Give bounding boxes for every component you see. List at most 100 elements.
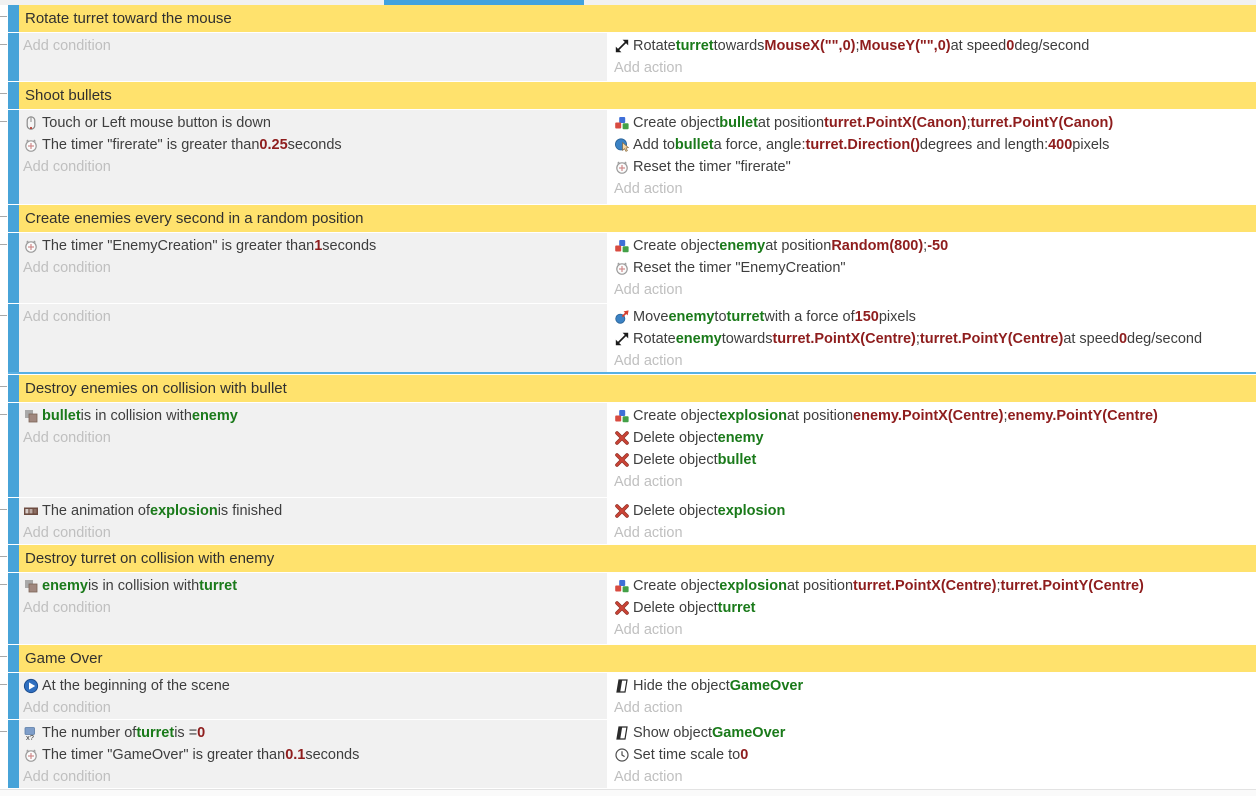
add-action-button[interactable]: Add action bbox=[613, 57, 1252, 79]
action-item[interactable]: Delete object bullet bbox=[613, 449, 1252, 471]
group-header[interactable]: Destroy enemies on collision with bullet bbox=[19, 375, 1256, 402]
action-item[interactable]: Show object GameOver bbox=[613, 722, 1252, 744]
action-item[interactable]: Reset the timer "firerate" bbox=[613, 156, 1252, 178]
add-condition-button[interactable]: Add condition bbox=[22, 597, 603, 619]
group-header[interactable]: Create enemies every second in a random … bbox=[19, 205, 1256, 232]
conditions-column[interactable]: The timer "EnemyCreation" is greater tha… bbox=[19, 233, 607, 303]
event-selection-bar[interactable] bbox=[8, 5, 19, 32]
actions-column[interactable]: Show object GameOverSet time scale to 0A… bbox=[610, 720, 1256, 788]
tree-gutter[interactable] bbox=[0, 673, 8, 719]
conditions-column[interactable]: The animation of explosion is finishedAd… bbox=[19, 498, 607, 544]
actions-column[interactable]: Create object explosion at position enem… bbox=[610, 403, 1256, 497]
tree-gutter[interactable] bbox=[0, 403, 8, 497]
conditions-column[interactable]: Add condition bbox=[19, 33, 607, 81]
event-selection-bar[interactable] bbox=[8, 573, 19, 644]
condition-item[interactable]: x?The number of turret is = 0 bbox=[22, 722, 603, 744]
add-action-button[interactable]: Add action bbox=[613, 619, 1252, 641]
action-item[interactable]: Create object enemy at position Random(8… bbox=[613, 235, 1252, 257]
add-condition-button[interactable]: Add condition bbox=[22, 427, 603, 449]
action-item[interactable]: Rotate enemy towards turret.PointX(Centr… bbox=[613, 328, 1252, 350]
horizontal-scrollbar[interactable] bbox=[0, 0, 1256, 5]
conditions-column[interactable]: bullet is in collision with enemyAdd con… bbox=[19, 403, 607, 497]
tree-gutter[interactable] bbox=[0, 233, 8, 303]
condition-item[interactable]: enemy is in collision with turret bbox=[22, 575, 603, 597]
conditions-column[interactable]: Add condition bbox=[19, 304, 607, 372]
event-selection-bar[interactable] bbox=[8, 673, 19, 719]
add-condition-button[interactable]: Add condition bbox=[22, 35, 603, 57]
action-item[interactable]: Set time scale to 0 bbox=[613, 744, 1252, 766]
action-item[interactable]: Delete object enemy bbox=[613, 427, 1252, 449]
condition-item[interactable]: Touch or Left mouse button is down bbox=[22, 112, 603, 134]
group-header[interactable]: Shoot bullets bbox=[19, 82, 1256, 109]
event-selection-bar[interactable] bbox=[8, 304, 19, 372]
group-header[interactable]: Destroy turret on collision with enemy bbox=[19, 545, 1256, 572]
condition-item[interactable]: The timer "firerate" is greater than 0.2… bbox=[22, 134, 603, 156]
actions-column[interactable]: Create object bullet at position turret.… bbox=[610, 110, 1256, 204]
tree-gutter[interactable] bbox=[0, 720, 8, 788]
horizontal-scrollbar-thumb[interactable] bbox=[384, 0, 584, 5]
actions-column[interactable]: Create object explosion at position turr… bbox=[610, 573, 1256, 644]
tree-gutter[interactable] bbox=[0, 375, 8, 402]
tree-gutter[interactable] bbox=[0, 573, 8, 644]
add-action-button[interactable]: Add action bbox=[613, 279, 1252, 301]
tree-gutter[interactable] bbox=[0, 33, 8, 81]
condition-item[interactable]: bullet is in collision with enemy bbox=[22, 405, 603, 427]
condition-item[interactable]: The timer "EnemyCreation" is greater tha… bbox=[22, 235, 603, 257]
conditions-column[interactable]: enemy is in collision with turretAdd con… bbox=[19, 573, 607, 644]
tree-gutter[interactable] bbox=[0, 82, 8, 109]
tree-gutter[interactable] bbox=[0, 205, 8, 232]
event-selection-bar[interactable] bbox=[8, 82, 19, 109]
tree-gutter[interactable] bbox=[0, 110, 8, 204]
action-item[interactable]: Hide the object GameOver bbox=[613, 675, 1252, 697]
event-selection-bar[interactable] bbox=[8, 720, 19, 788]
condition-item[interactable]: The animation of explosion is finished bbox=[22, 500, 603, 522]
condition-item[interactable]: At the beginning of the scene bbox=[22, 675, 603, 697]
event-selection-bar[interactable] bbox=[8, 645, 19, 672]
add-action-button[interactable]: Add action bbox=[613, 350, 1252, 372]
tree-gutter[interactable] bbox=[0, 645, 8, 672]
action-item[interactable]: Create object explosion at position enem… bbox=[613, 405, 1252, 427]
actions-column[interactable]: Move enemy to turret with a force of 150… bbox=[610, 304, 1256, 372]
action-item[interactable]: Delete object turret bbox=[613, 597, 1252, 619]
add-condition-button[interactable]: Add condition bbox=[22, 522, 603, 544]
conditions-column[interactable]: x?The number of turret is = 0The timer "… bbox=[19, 720, 607, 788]
add-action-button[interactable]: Add action bbox=[613, 178, 1252, 200]
event-selection-bar[interactable] bbox=[8, 233, 19, 303]
action-item[interactable]: Reset the timer "EnemyCreation" bbox=[613, 257, 1252, 279]
event-selection-bar[interactable] bbox=[8, 33, 19, 81]
actions-column[interactable]: Delete object explosionAdd action bbox=[610, 498, 1256, 544]
tree-gutter[interactable] bbox=[0, 498, 8, 544]
action-item[interactable]: Create object explosion at position turr… bbox=[613, 575, 1252, 597]
add-action-button[interactable]: Add action bbox=[613, 766, 1252, 788]
group-header[interactable]: Game Over bbox=[19, 645, 1256, 672]
tree-gutter[interactable] bbox=[0, 304, 8, 372]
add-action-button[interactable]: Add action bbox=[613, 522, 1252, 544]
action-item[interactable]: Add to bullet a force, angle: turret.Dir… bbox=[613, 134, 1252, 156]
add-action-button[interactable]: Add action bbox=[613, 697, 1252, 719]
add-condition-button[interactable]: Add condition bbox=[22, 156, 603, 178]
condition-item[interactable]: The timer "GameOver" is greater than 0.1… bbox=[22, 744, 603, 766]
action-item[interactable]: Delete object explosion bbox=[613, 500, 1252, 522]
tree-gutter[interactable] bbox=[0, 545, 8, 572]
add-action-button[interactable]: Add action bbox=[613, 471, 1252, 493]
tree-gutter[interactable] bbox=[0, 5, 8, 32]
actions-column[interactable]: Create object enemy at position Random(8… bbox=[610, 233, 1256, 303]
event-selection-bar[interactable] bbox=[8, 403, 19, 497]
action-item[interactable]: Create object bullet at position turret.… bbox=[613, 112, 1252, 134]
group-header[interactable]: Rotate turret toward the mouse bbox=[19, 5, 1256, 32]
conditions-column[interactable]: Touch or Left mouse button is downThe ti… bbox=[19, 110, 607, 204]
add-condition-button[interactable]: Add condition bbox=[22, 306, 603, 328]
event-selection-bar[interactable] bbox=[8, 375, 19, 402]
add-condition-button[interactable]: Add condition bbox=[22, 697, 603, 719]
add-condition-button[interactable]: Add condition bbox=[22, 766, 603, 788]
actions-column[interactable]: Hide the object GameOverAdd action bbox=[610, 673, 1256, 719]
add-condition-button[interactable]: Add condition bbox=[22, 257, 603, 279]
actions-column[interactable]: Rotate turret towards MouseX("",0);Mouse… bbox=[610, 33, 1256, 81]
action-item[interactable]: Move enemy to turret with a force of 150… bbox=[613, 306, 1252, 328]
event-selection-bar[interactable] bbox=[8, 498, 19, 544]
conditions-column[interactable]: At the beginning of the sceneAdd conditi… bbox=[19, 673, 607, 719]
event-selection-bar[interactable] bbox=[8, 545, 19, 572]
event-selection-bar[interactable] bbox=[8, 110, 19, 204]
action-item[interactable]: Rotate turret towards MouseX("",0);Mouse… bbox=[613, 35, 1252, 57]
event-selection-bar[interactable] bbox=[8, 205, 19, 232]
